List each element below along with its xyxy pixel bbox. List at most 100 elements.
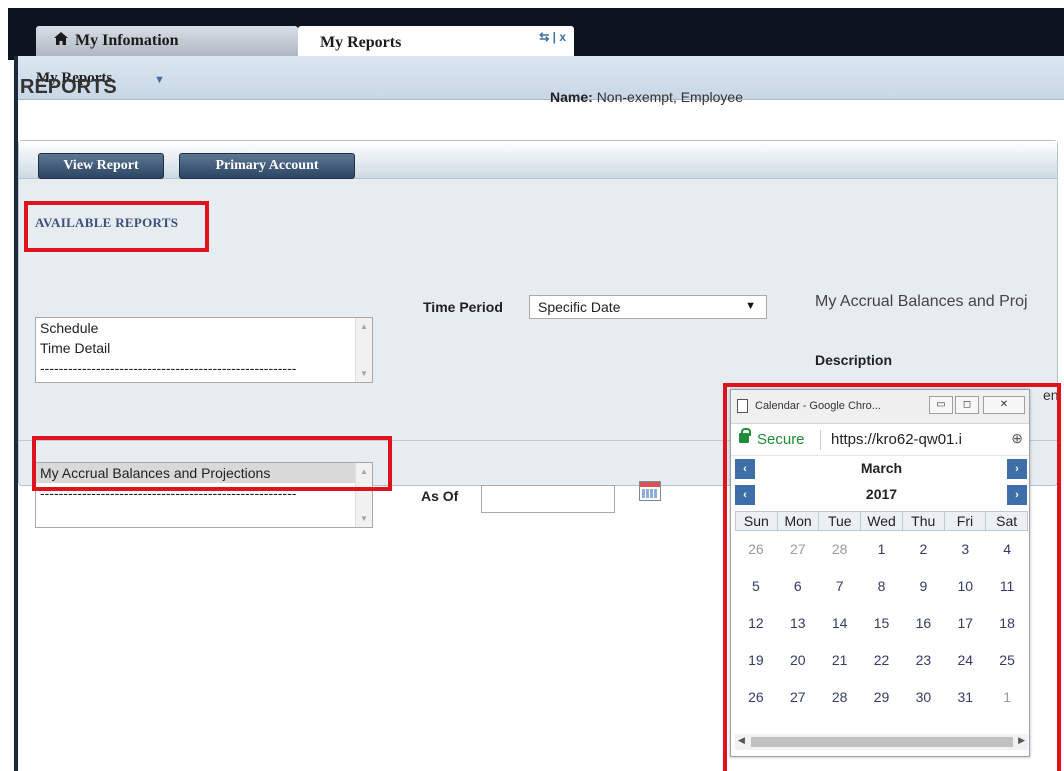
minimize-button[interactable]: ▭ [929,396,953,414]
list-item[interactable]: Time Detail [36,338,372,358]
divider [820,430,821,450]
calendar-day[interactable]: 19 [735,642,777,679]
scroll-down-icon[interactable]: ▼ [360,369,368,378]
calendar-day[interactable]: 6 [777,568,819,605]
url-text[interactable]: https://kro62-qw01.i [831,431,1007,448]
list-scrollbar[interactable]: ▲ ▼ [355,318,372,382]
scroll-down-icon[interactable]: ▼ [360,514,368,523]
calendar-day[interactable]: 14 [819,605,861,642]
calendar-icon[interactable] [639,481,661,501]
lock-icon [739,428,751,443]
calendar-day[interactable]: 7 [819,568,861,605]
view-report-button[interactable]: View Report [38,153,164,179]
zoom-icon[interactable]: ⊕ [1011,430,1023,447]
scrollbar-thumb[interactable] [751,737,1013,747]
calendar-day[interactable]: 27 [777,531,819,568]
as-of-input[interactable] [481,485,615,513]
tab-my-information-label: My Infomation [75,32,179,49]
tab-my-information[interactable]: My Infomation [36,26,298,56]
month-nav: ‹ March › [735,457,1028,481]
calendar-day[interactable]: 31 [944,679,986,716]
calendar-week-row: 12 13 14 15 16 17 18 [735,605,1028,642]
calendar-day[interactable]: 1 [861,531,903,568]
next-year-button[interactable]: › [1007,485,1027,505]
year-label: 2017 [865,486,898,502]
calendar-day[interactable]: 20 [777,642,819,679]
scroll-up-icon[interactable]: ▲ [360,467,368,476]
close-button[interactable]: ✕ [983,396,1025,414]
scroll-left-icon[interactable]: ◀ [738,735,745,746]
calendar-day[interactable]: 29 [861,679,903,716]
calendar-icon-header [640,482,660,487]
calendar-day[interactable]: 17 [944,605,986,642]
year-nav: ‹ 2017 › [735,483,1028,507]
calendar-day[interactable]: 18 [986,605,1028,642]
maximize-button[interactable]: ◻ [955,396,979,414]
calendar-day[interactable]: 30 [902,679,944,716]
calendar-weeks: 26 27 28 1 2 3 4 5 6 7 8 9 10 11 12 13 14 15 16 17 18 19 20 21 2… [735,531,1028,716]
calendar-day[interactable]: 16 [902,605,944,642]
calendar-day[interactable]: 10 [944,568,986,605]
calendar-day[interactable]: 9 [902,568,944,605]
scroll-right-icon[interactable]: ▶ [1018,735,1025,746]
calendar-icon-grid [642,489,658,498]
address-bar[interactable]: Secure https://kro62-qw01.i ⊕ [731,424,1029,456]
accrual-reports-list[interactable]: My Accrual Balances and Projections ----… [35,462,373,528]
calendar-day[interactable]: 11 [986,568,1028,605]
weekday-label: Wed [861,512,903,530]
scroll-up-icon[interactable]: ▲ [360,322,368,331]
calendar-day[interactable]: 15 [861,605,903,642]
dropdown-arrow-icon[interactable]: ▼ [745,300,756,312]
list-item[interactable]: Schedule [36,318,372,338]
list-scrollbar[interactable]: ▲ ▼ [355,463,372,527]
list-item[interactable]: ----------------------------------------… [36,358,372,378]
calendar-day[interactable]: 1 [986,679,1028,716]
panel-toolbar: View Report Primary Account [19,141,1057,179]
calendar-day[interactable]: 12 [735,605,777,642]
calendar-day[interactable]: 25 [986,642,1028,679]
list-item[interactable]: My Accrual Balances and Projections [36,463,372,483]
calendar-day[interactable]: 8 [861,568,903,605]
popup-titlebar[interactable]: Calendar - Google Chro... ▭ ◻ ✕ [731,390,1029,424]
tab-tools[interactable]: ⇆ | x [539,30,566,44]
available-reports-list[interactable]: Schedule Time Detail -------------------… [35,317,373,383]
calendar-day[interactable]: 26 [735,679,777,716]
calendar-day[interactable]: 3 [944,531,986,568]
calendar-day[interactable]: 4 [986,531,1028,568]
name-value: Non-exempt, Employee [596,89,743,105]
horizontal-scrollbar[interactable]: ◀ ▶ [735,734,1028,750]
description-text: en [1043,387,1059,403]
calendar-day[interactable]: 21 [819,642,861,679]
time-period-select[interactable]: Specific Date ▼ [529,295,767,319]
calendar-day[interactable]: 22 [861,642,903,679]
list-item[interactable]: ----------------------------------------… [36,483,372,503]
calendar-day[interactable]: 28 [819,679,861,716]
calendar-day[interactable]: 26 [735,531,777,568]
popup-title: Calendar - Google Chro... [755,400,881,412]
calendar-week-row: 5 6 7 8 9 10 11 [735,568,1028,605]
calendar-day[interactable]: 23 [902,642,944,679]
page-title: REPORTS [20,76,117,98]
calendar-day[interactable]: 27 [777,679,819,716]
calendar-day[interactable]: 24 [944,642,986,679]
weekday-label: Fri [945,512,987,530]
weekday-label: Tue [819,512,862,530]
available-reports-title: AVAILABLE REPORTS [35,215,179,230]
as-of-label: As Of [421,488,459,504]
next-month-button[interactable]: › [1007,459,1027,479]
weekday-label: Sat [996,513,1018,529]
calendar-week-row: 26 27 28 1 2 3 4 [735,531,1028,568]
primary-account-button[interactable]: Primary Account [179,153,355,179]
time-period-value: Specific Date [538,299,621,315]
tab-my-reports-label: My Reports [320,34,402,51]
chevron-down-icon[interactable]: ▼ [154,74,165,86]
home-icon [54,32,69,50]
calendar-day[interactable]: 2 [902,531,944,568]
calendar-day[interactable]: 5 [735,568,777,605]
month-label: March [860,460,903,476]
secure-label: Secure [757,431,805,448]
description-label: Description [815,352,893,368]
calendar-week-row: 19 20 21 22 23 24 25 [735,642,1028,679]
calendar-day[interactable]: 28 [819,531,861,568]
calendar-day[interactable]: 13 [777,605,819,642]
